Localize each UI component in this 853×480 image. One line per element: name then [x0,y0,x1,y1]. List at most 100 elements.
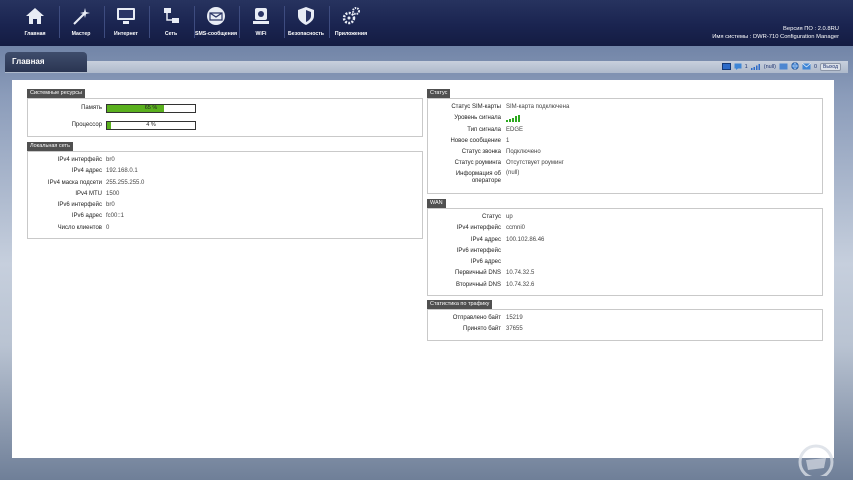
wan-row-value: ccmni0 [506,225,526,232]
system-resources-body: Память 65 % Процессор 4 % [27,98,423,137]
wan-row-key: Статус [482,214,501,220]
cpu-label: Процессор [71,122,102,129]
wan-row-key: IPv6 адрес [470,259,501,266]
lan-row-key: IPv4 адрес [71,168,102,175]
wan-row-value: 10.74.32.6 [506,281,535,288]
firmware-version: Версия ПО : 2.0.8RU [783,26,839,32]
nav-sms-label: SMS-сообщения [194,31,237,37]
page-title-tab[interactable]: Главная [5,52,87,72]
lan-row-value: br0 [106,202,115,209]
nav-wizard[interactable]: Мастер [58,4,104,44]
traffic-body: Отправлено байт 15219 Принято байт 37655 [427,309,823,341]
gears-icon [342,7,360,25]
envelope-icon [207,7,225,25]
battery-icon [779,63,788,72]
nav-home[interactable]: Главная [12,4,58,44]
wan-row: Статус up [428,212,822,223]
sms-icon[interactable] [721,62,731,72]
wan-row-key: Первичный DNS [455,270,501,277]
cpu-row: Процессор 4 % [28,120,422,131]
system-info: Версия ПО : 2.0.8RU Имя системы : DWR-71… [712,25,839,41]
globe-icon[interactable] [791,62,799,72]
system-name: Имя системы : DWR-710 Configuration Mana… [712,34,839,40]
nav-sms[interactable]: SMS-сообщения [193,4,239,44]
traffic-title: Статистика по трафику [427,300,493,309]
wan-row-key: IPv4 адрес [470,236,501,243]
status-panel: Статус Статус SIM-карты SIM-карта подключ… [427,89,823,194]
lan-row-value: 1500 [106,190,120,197]
mail-count: 0 [813,64,818,70]
mail-icon[interactable] [802,62,811,72]
traffic-row-key: Принято байт [463,326,501,333]
system-resources-panel: Системные ресурсы Память 65 % Процессор … [27,89,423,137]
nav-home-label: Главная [24,31,46,37]
nav-wifi[interactable]: WiFi [238,4,284,44]
memory-label: Память [81,105,102,111]
status-row: Статус звонка Подключено [428,147,822,158]
wan-row-key: IPv6 интерфейс [456,247,501,254]
status-row: Тип сигнала EDGE [428,125,822,136]
signal-bar [518,115,520,123]
wan-row: IPv6 адрес [428,257,822,268]
lan-row: IPv4 MTU 1500 [28,189,422,200]
lan-row-key: IPv4 MTU [75,190,102,197]
signal-bar [512,117,514,123]
lan-row: IPv6 интерфейс br0 [28,200,422,211]
lan-row-value: fc00::1 [106,213,125,220]
memory-row: Память 65 % [28,103,422,114]
signal-strength-icon [750,63,761,72]
signal-bar [509,119,511,123]
wan-title: WAN [427,199,446,208]
status-toolbar: 1 (null) 0 Выход [721,62,841,72]
network-type-text: (null) [763,64,776,70]
shield-icon [298,7,314,25]
wan-row: Первичный DNS 10.74.32.5 [428,268,822,279]
wan-row-key: Вторичный DNS [456,281,501,288]
nav-applications[interactable]: Приложения [328,4,374,44]
monitor-icon [117,8,135,24]
traffic-row-value: 37655 [506,326,523,333]
wan-row: IPv4 интерфейс ccmni0 [428,223,822,234]
cpu-value: 4 % [146,122,156,129]
nav-network[interactable]: Сеть [148,4,194,44]
lan-row-value: 255.255.255.0 [106,179,145,186]
lan-panel: Локальная сеть IPv4 интерфейс br0 IPv4 ад… [27,142,423,239]
wifi-router-icon [253,8,269,24]
status-row-value: EDGE [506,126,524,133]
lan-row: IPv4 интерфейс br0 [28,155,422,166]
main-content: Системные ресурсы Память 65 % Процессор … [12,80,834,458]
nav-network-label: Сеть [164,31,178,37]
cpu-progress-bar: 4 % [106,121,196,131]
site-watermark-logo [798,444,834,476]
status-row-key: Тип сигнала [467,126,501,133]
nav-wifi-label: WiFi [255,31,267,37]
logout-button[interactable]: Выход [820,63,841,71]
lan-row-key: Число клиентов [57,224,102,231]
traffic-panel: Статистика по трафику Отправлено байт 152… [427,300,823,341]
lan-row-key: IPv6 адрес [71,213,102,220]
memory-progress-bar: 65 % [106,104,196,113]
wan-row-value: 10.74.32.5 [506,270,535,277]
wan-row: IPv6 интерфейс [428,246,822,257]
operator-row: Информация об операторе (null) [428,170,822,186]
nav-internet[interactable]: Интернет [103,4,149,44]
status-row-key: Статус роуминга [454,160,501,167]
lan-row-key: IPv4 интерфейс [57,157,102,163]
wan-row: IPv4 адрес 100.102.86.46 [428,235,822,246]
status-row-key: Новое сообщение [450,137,501,144]
status-row-value: SIM-карта подключена [506,104,570,110]
message-icon[interactable] [734,63,742,72]
status-row-value: 1 [506,137,510,144]
wan-row-value: up [506,214,513,220]
signal-strength-icon [506,115,520,123]
status-row-value: Подключено [506,149,541,156]
lan-row: IPv4 адрес 192.168.0.1 [28,166,422,177]
lan-row: IPv4 маска подсети 255.255.255.0 [28,178,422,189]
nav-security[interactable]: Безопасность [283,4,329,44]
system-resources-title: Системные ресурсы [27,89,85,98]
memory-value: 65 % [144,105,158,111]
home-icon [26,8,44,24]
wan-panel: WAN Статус up IPv4 интерфейс ccmni0 IPv4 а… [427,199,823,296]
status-row: Уровень сигнала [428,113,822,124]
status-row: Статус роуминга Отсутствует роуминг [428,158,822,169]
